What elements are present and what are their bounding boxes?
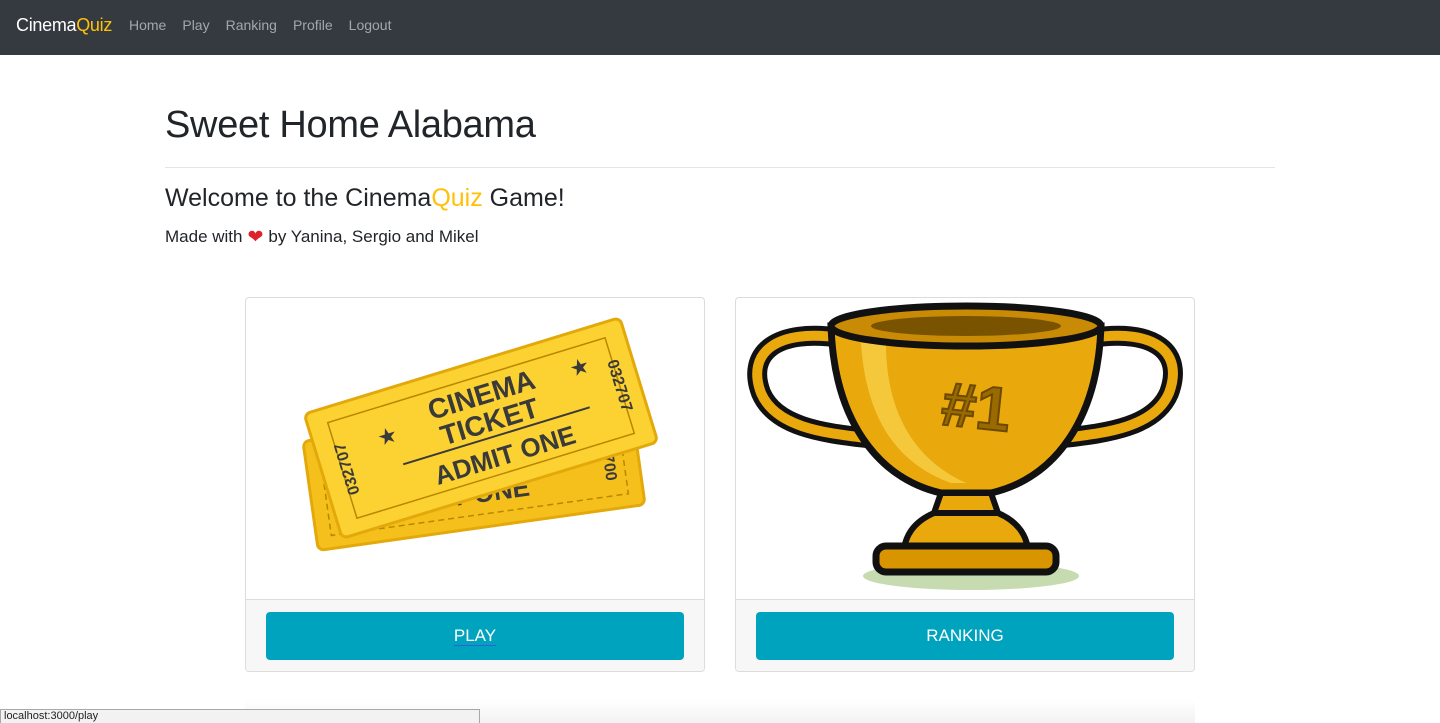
cinema-ticket-image: ADMIT ONE 032700 CINEMA TICKET ADMIT ONE… (302, 317, 658, 552)
divider (165, 167, 1275, 168)
nav-link-logout[interactable]: Logout (349, 17, 392, 33)
play-card: ADMIT ONE 032700 CINEMA TICKET ADMIT ONE… (245, 297, 705, 672)
ranking-card-footer: RANKING (736, 599, 1194, 671)
play-card-footer: PLAY (246, 599, 704, 671)
welcome-post: Game! (482, 184, 565, 212)
ranking-button-label: RANKING (926, 626, 1004, 645)
status-bar-url: localhost:3000/play (0, 709, 480, 723)
credits: Made with ❤ by Yanina, Sergio and Mikel (165, 227, 479, 247)
nav-link-ranking[interactable]: Ranking (226, 17, 277, 33)
brand-main: Cinema (16, 15, 77, 35)
trophy-number: #1 (938, 370, 1014, 446)
brand-logo[interactable]: CinemaQuiz (16, 15, 112, 36)
play-button-label: PLAY (453, 626, 497, 645)
heart-icon: ❤ (247, 226, 264, 248)
brand-accent: Quiz (76, 15, 113, 35)
welcome-pre: Welcome to the Cinema (165, 184, 432, 212)
play-button[interactable]: PLAY (266, 612, 684, 660)
page-title: Sweet Home Alabama (165, 104, 536, 146)
trophy-image: #1 (747, 302, 1183, 590)
ranking-button[interactable]: RANKING (756, 612, 1174, 660)
nav-link-home[interactable]: Home (129, 17, 166, 33)
welcome-accent: Quiz (431, 184, 483, 212)
navbar: CinemaQuiz Home Play Ranking Profile Log… (0, 0, 1440, 55)
credits-post: by Yanina, Sergio and Mikel (268, 227, 479, 246)
ranking-card: #1 RANKING (735, 297, 1195, 672)
nav-link-profile[interactable]: Profile (293, 17, 333, 33)
nav-link-play[interactable]: Play (182, 17, 209, 33)
nav-links: Home Play Ranking Profile Logout (129, 17, 391, 33)
credits-pre: Made with (165, 227, 243, 246)
welcome-heading: Welcome to the CinemaQuiz Game! (165, 184, 565, 213)
